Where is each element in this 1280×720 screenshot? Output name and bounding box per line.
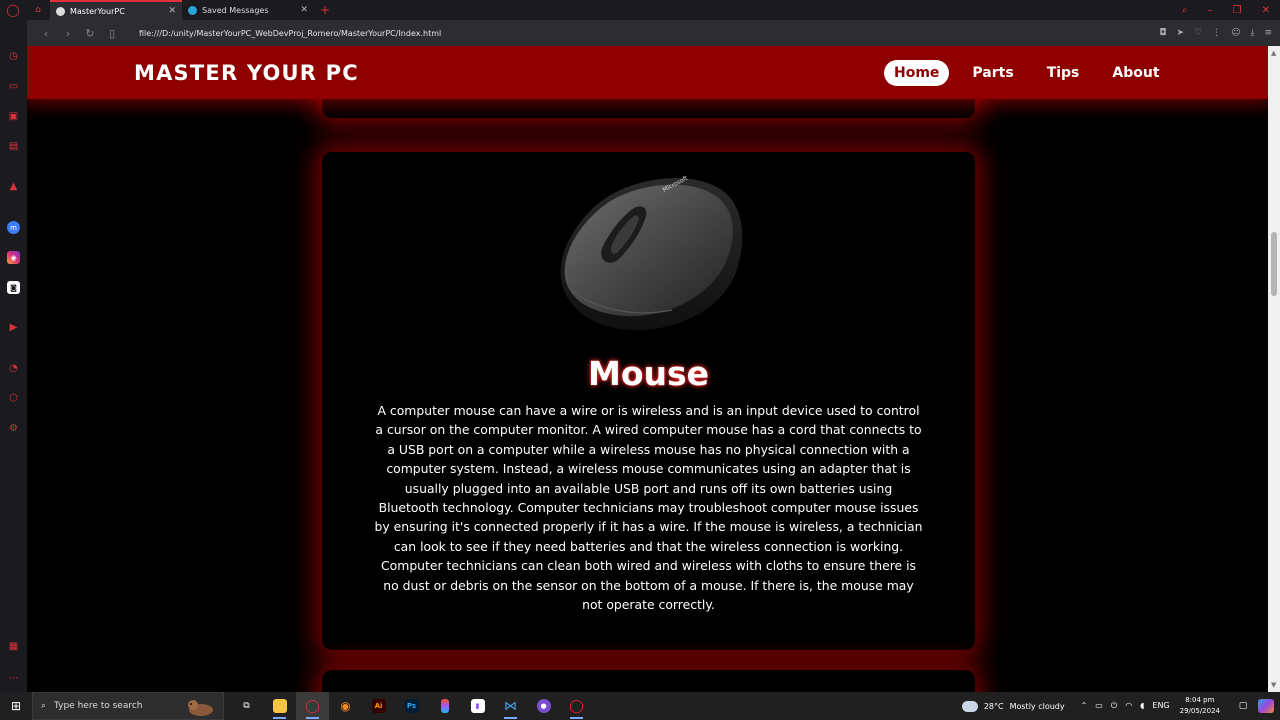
- url-field[interactable]: file:///D:/unity/MasterYourPC_WebDevProj…: [139, 29, 1159, 38]
- address-bar-actions: ◘ ➤ ♡ ⋮ ☺ ⤓ ≡: [1159, 28, 1280, 38]
- tray-icons: ⌃ ▭ ⏻ ◠ ◖ ENG: [1081, 701, 1170, 711]
- cloudy-weather-icon: [958, 697, 978, 712]
- file-info-icon[interactable]: ▯: [101, 27, 123, 40]
- mouse-image: Microsoft: [552, 172, 746, 334]
- windows-start-icon[interactable]: ⊞: [0, 692, 32, 720]
- notifications-icon[interactable]: ▢: [1234, 701, 1252, 711]
- player-icon[interactable]: ▶: [7, 321, 20, 334]
- tab-saved-messages[interactable]: Saved Messages ✕: [182, 0, 314, 20]
- file-explorer-icon[interactable]: [263, 692, 296, 720]
- scroll-thumb[interactable]: [1271, 232, 1277, 296]
- site-header: MASTER YOUR PC Home Parts Tips About: [27, 46, 1268, 99]
- close-window-icon[interactable]: ✕: [1262, 5, 1270, 16]
- search-tabs-icon[interactable]: ⌕: [1182, 5, 1188, 16]
- site-brand[interactable]: MASTER YOUR PC: [134, 61, 359, 85]
- scroll-down-icon[interactable]: ▼: [1271, 681, 1276, 689]
- twitch-icon[interactable]: ▮: [461, 692, 494, 720]
- instagram-icon[interactable]: ◉: [7, 251, 20, 264]
- part-card-mouse: Microsoft Mouse A computer mouse can hav…: [322, 152, 975, 650]
- settings-icon[interactable]: ⚙: [7, 422, 20, 435]
- tab-masteryourpc[interactable]: MasterYourPC ✕: [50, 0, 182, 20]
- page-scrollbar[interactable]: ▲ ▼: [1268, 46, 1280, 692]
- reload-icon[interactable]: ↻: [79, 27, 101, 40]
- profile-icon[interactable]: ☺: [1231, 28, 1240, 38]
- illustrator-icon[interactable]: Ai: [362, 692, 395, 720]
- heart-icon[interactable]: ♡: [1194, 28, 1202, 38]
- clock-date: 29/05/2024: [1179, 707, 1220, 715]
- address-bar: ‹ › ↻ ▯ file:///D:/unity/MasterYourPC_We…: [27, 20, 1280, 46]
- card-title: Mouse: [587, 354, 710, 393]
- weather-widget[interactable]: 28°C Mostly cloudy: [958, 697, 1065, 712]
- photoshop-icon[interactable]: Ps: [395, 692, 428, 720]
- power-icon[interactable]: ⏻: [1111, 701, 1117, 711]
- close-tab-icon[interactable]: ✕: [168, 6, 176, 16]
- restore-icon[interactable]: ❐: [1233, 5, 1242, 16]
- send-icon[interactable]: ➤: [1176, 28, 1184, 38]
- extensions-icon[interactable]: ⬡: [7, 392, 20, 405]
- search-icon: ⌕: [41, 701, 47, 711]
- speed-dial-icon[interactable]: ◷: [7, 50, 20, 63]
- telegram-favicon-icon: [188, 5, 197, 15]
- close-tab-icon[interactable]: ✕: [300, 5, 308, 15]
- window-controls: ⌕ – ❐ ✕: [1182, 0, 1280, 20]
- clock-time: 8:04 pm: [1185, 696, 1215, 704]
- opera-gx-icon[interactable]: ◯: [560, 692, 593, 720]
- blender-icon[interactable]: ◉: [329, 692, 362, 720]
- gx-control-icon[interactable]: ▤: [7, 140, 20, 153]
- chevron-up-icon[interactable]: ⌃: [1081, 701, 1088, 711]
- messenger-icon[interactable]: m: [7, 221, 20, 234]
- battery-icon[interactable]: ▭: [1095, 701, 1103, 711]
- gx-corner-icon[interactable]: ▭: [7, 80, 20, 93]
- search-placeholder: Type here to search: [54, 701, 143, 711]
- history-icon[interactable]: ◔: [7, 362, 20, 375]
- browser-sidebar: ◷ ▭ ▣ ▤ ▲ m ◉ ◙ ▶ ◔ ⬡ ⚙ ▦ ⋯: [0, 20, 27, 692]
- taskbar-search[interactable]: ⌕ Type here to search: [32, 692, 224, 720]
- minimize-icon[interactable]: –: [1208, 5, 1213, 16]
- copilot-icon[interactable]: [1258, 699, 1274, 713]
- forward-icon[interactable]: ›: [57, 27, 79, 40]
- vscode-icon[interactable]: ⋈: [494, 692, 527, 720]
- language-indicator[interactable]: ENG: [1152, 701, 1169, 711]
- taskbar-apps: ⧉ ◯ ◉ Ai Ps ▮ ⋈ ● ◯: [230, 692, 593, 720]
- workspace-icon[interactable]: ⌂: [26, 0, 50, 20]
- weather-temp: 28°C: [983, 701, 1004, 711]
- page-favicon-icon: [56, 6, 65, 16]
- figma-icon[interactable]: [428, 692, 461, 720]
- aria-icon[interactable]: ▲: [7, 180, 20, 193]
- discord-icon[interactable]: ◙: [7, 281, 20, 294]
- card-description: A computer mouse can have a wire or is w…: [374, 403, 923, 613]
- windows-taskbar: ⊞ ⌕ Type here to search ⧉ ◯ ◉ Ai Ps ▮ ⋈ …: [0, 692, 1280, 720]
- task-view-icon[interactable]: ⧉: [230, 692, 263, 720]
- nav-home[interactable]: Home: [884, 60, 950, 86]
- next-part-card: [322, 670, 975, 692]
- new-tab-icon[interactable]: +: [320, 3, 330, 17]
- opera-icon[interactable]: ◯: [296, 692, 329, 720]
- system-tray: 28°C Mostly cloudy ⌃ ▭ ⏻ ◠ ◖ ENG 8:04 pm…: [958, 692, 1280, 720]
- tab-title: Saved Messages: [202, 5, 269, 15]
- volume-icon[interactable]: ◖: [1140, 701, 1144, 711]
- main-nav: Home Parts Tips About: [884, 60, 1183, 86]
- taskbar-clock[interactable]: 8:04 pm 29/05/2024: [1180, 695, 1220, 717]
- snapshot-icon[interactable]: ◘: [1159, 28, 1166, 38]
- nav-about[interactable]: About: [1102, 60, 1169, 86]
- opera-menu-icon[interactable]: ◯: [0, 0, 26, 20]
- browser-tab-strip: ◯ ⌂ MasterYourPC ✕ Saved Messages ✕ + ⌕ …: [0, 0, 1280, 20]
- page-viewport: Microsoft Mouse A computer mouse can hav…: [27, 46, 1268, 692]
- nav-tips[interactable]: Tips: [1037, 60, 1090, 86]
- scroll-up-icon[interactable]: ▲: [1271, 49, 1276, 57]
- wifi-icon[interactable]: ◠: [1125, 701, 1132, 711]
- twitch-sidebar-icon[interactable]: ▣: [7, 110, 20, 123]
- more-icon[interactable]: ⋯: [7, 672, 20, 685]
- easy-setup-icon[interactable]: ≡: [1264, 28, 1272, 38]
- weather-condition: Mostly cloudy: [1009, 701, 1065, 711]
- search-highlight-otter-icon: [188, 700, 213, 716]
- back-icon[interactable]: ‹: [35, 27, 57, 40]
- tab-title: MasterYourPC: [70, 6, 125, 16]
- github-desktop-icon[interactable]: ●: [527, 692, 560, 720]
- nav-parts[interactable]: Parts: [962, 60, 1023, 86]
- sidebar-setup-icon[interactable]: ▦: [7, 640, 20, 653]
- download-icon[interactable]: ⤓: [1250, 28, 1254, 38]
- separator-icon: ⋮: [1212, 28, 1222, 38]
